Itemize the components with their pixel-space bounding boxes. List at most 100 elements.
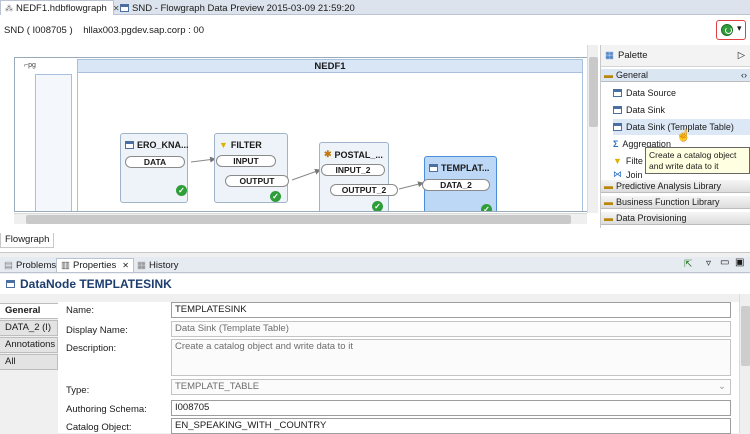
description-label: Description: [66, 343, 117, 354]
filter-icon: ▼ [613, 156, 622, 166]
vtab-data-2[interactable]: DATA_2 (I) [0, 320, 58, 336]
tab-data-preview[interactable]: SND - Flowgraph Data Preview 2015-03-09 … [116, 0, 366, 15]
vtab-general[interactable]: General [0, 303, 58, 319]
properties-scrollbar[interactable] [739, 294, 750, 433]
palette-icon: ▦ [605, 50, 614, 61]
palette-section-dp[interactable]: ▬ Data Provisioning [601, 212, 750, 225]
minimize-icon[interactable]: ▭ [720, 257, 729, 268]
flowgraph-canvas[interactable]: ⌐pg NEDF1 ERO_KNA... DATA ✓ ▼ FILTER INPU… [14, 57, 597, 212]
section-label: Data Provisioning [616, 213, 687, 223]
schema-field[interactable]: I008705 [171, 400, 731, 416]
catalog-label: Catalog Object: [66, 422, 132, 433]
collapse-arrow-icon[interactable]: ▷ [738, 50, 745, 61]
display-name-field[interactable]: Data Sink (Template Table) [171, 321, 731, 337]
run-button[interactable]: ▾ [716, 20, 746, 40]
maximize-icon[interactable]: ▣ [735, 257, 744, 268]
vtab-annotations[interactable]: Annotations [0, 337, 58, 353]
node-title: POSTAL_... [334, 149, 383, 160]
canvas-horizontal-scrollbar[interactable] [14, 213, 587, 224]
tab-nedf1-flowgraph[interactable]: ⁂ NEDF1.hdbflowgraph ✕ [0, 0, 120, 15]
schema-label: Authoring Schema: [66, 404, 147, 415]
node-filter[interactable]: ▼ FILTER INPUT OUTPUT ✓ [214, 133, 289, 203]
port-input-2[interactable]: INPUT_2 [321, 164, 385, 176]
palette-tooltip: Create a catalog object and write data t… [645, 147, 750, 174]
tab-history[interactable]: ▦ History [133, 258, 183, 272]
port-data[interactable]: DATA [125, 156, 185, 168]
problems-icon: ▤ [4, 259, 13, 271]
pin-view-icon[interactable]: ⇱ [684, 259, 692, 270]
palette-header[interactable]: ▦ Palette ▷ [601, 45, 750, 67]
tab-label: Problems [15, 259, 57, 271]
name-field[interactable]: TEMPLATESINK [171, 302, 731, 318]
type-label: Type: [66, 385, 90, 396]
palette-section-pal[interactable]: ▬ Predictive Analysis Library [601, 180, 750, 193]
palette-item-data-source[interactable]: Data Source [613, 85, 676, 101]
vtab-all[interactable]: All [0, 354, 58, 370]
name-label: Name: [66, 305, 94, 316]
datanode-icon [6, 280, 15, 288]
editor-tab-bar: ⁂ NEDF1.hdbflowgraph ✕ SND - Flowgraph D… [0, 0, 750, 15]
run-icon [721, 24, 733, 36]
check-icon: ✓ [270, 191, 281, 202]
table-icon [125, 141, 134, 149]
palette-item-filter[interactable]: ▼ Filte [613, 153, 643, 169]
chevron-down-icon[interactable]: ▾ [737, 23, 742, 34]
pin-icon[interactable]: ‹› [741, 70, 747, 80]
palette-section-general[interactable]: ▬ General ‹› [601, 69, 750, 82]
check-icon: ✓ [176, 185, 187, 196]
folder-icon: ▬ [604, 213, 613, 223]
system-label: SND ( I008705 ) [4, 25, 73, 36]
port-output-2[interactable]: OUTPUT_2 [330, 184, 398, 196]
palette-item-join[interactable]: ⋈ Join [613, 169, 643, 180]
item-label: Data Sink [626, 105, 666, 115]
description-field[interactable]: Create a catalog object and write data t… [171, 339, 731, 376]
tab-label: NEDF1.hdbflowgraph [16, 3, 107, 14]
close-icon[interactable]: ✕ [122, 261, 129, 270]
sigma-icon: Σ [613, 139, 619, 149]
panel-tab-bar: ▤ Problems ▥ Properties ✕ ▦ History ⇱ ▿ ▭ ▣ [0, 257, 750, 273]
scroll-thumb[interactable] [741, 306, 750, 366]
node-title: TEMPLAT... [441, 163, 490, 173]
edge-source-filter [190, 156, 216, 163]
folder-icon: ▬ [604, 197, 613, 207]
section-label: Predictive Analysis Library [616, 181, 722, 191]
table-icon [120, 4, 129, 12]
port-data-2[interactable]: DATA_2 [422, 179, 490, 191]
properties-icon: ▥ [61, 260, 70, 271]
node-postal[interactable]: ✱ POSTAL_... INPUT_2 OUTPUT_2 ✓ [319, 142, 398, 211]
section-label: Business Function Library [616, 197, 720, 207]
item-label: Join [626, 169, 643, 180]
connection-info: SND ( I008705 ) hllax003.pgdev.sap.corp … [4, 25, 204, 36]
tab-flowgraph[interactable]: Flowgraph [0, 233, 55, 248]
table-icon [613, 89, 622, 97]
tab-properties[interactable]: ▥ Properties ✕ [56, 258, 134, 272]
scroll-thumb[interactable] [26, 215, 571, 224]
port-output[interactable]: OUTPUT [225, 175, 289, 187]
tab-label: Properties [72, 260, 117, 271]
check-icon: ✓ [481, 204, 492, 211]
node-template-sink[interactable]: TEMPLAT... DATA_2 ✓ [422, 156, 497, 211]
tab-problems[interactable]: ▤ Problems [0, 258, 60, 272]
catalog-field[interactable]: EN_SPEAKING_WITH _COUNTRY [171, 418, 731, 434]
view-menu-icon[interactable]: ▿ [706, 258, 711, 269]
properties-form: Name: TEMPLATESINK Display Name: Data Si… [58, 302, 750, 434]
scroll-thumb[interactable] [589, 57, 598, 127]
palette-panel: ▦ Palette ▷ ▬ General ‹› Data Source Dat… [600, 45, 750, 228]
node-title: ERO_KNA... [137, 140, 189, 150]
connector-lines [190, 156, 424, 190]
folder-icon: ▬ [604, 181, 613, 191]
properties-header: DataNode TEMPLATESINK [0, 274, 750, 294]
item-label: Data Source [626, 88, 677, 98]
port-input[interactable]: INPUT [216, 155, 276, 167]
palette-item-data-sink[interactable]: Data Sink [613, 102, 665, 118]
join-icon: ⋈ [613, 169, 622, 179]
properties-vertical-tabs: General DATA_2 (I) Annotations All [0, 302, 58, 433]
item-label: Filte [625, 156, 643, 166]
chevron-down-icon[interactable]: ⌄ [718, 381, 726, 392]
type-select[interactable]: TEMPLATE_TABLE ⌄ [171, 379, 731, 395]
node-data-source[interactable]: ERO_KNA... DATA ✓ [120, 133, 189, 203]
palette-section-bfl[interactable]: ▬ Business Function Library [601, 196, 750, 209]
edge-filter-postal [291, 168, 321, 181]
tab-label: History [148, 259, 179, 271]
canvas-vertical-scrollbar[interactable] [587, 45, 598, 213]
